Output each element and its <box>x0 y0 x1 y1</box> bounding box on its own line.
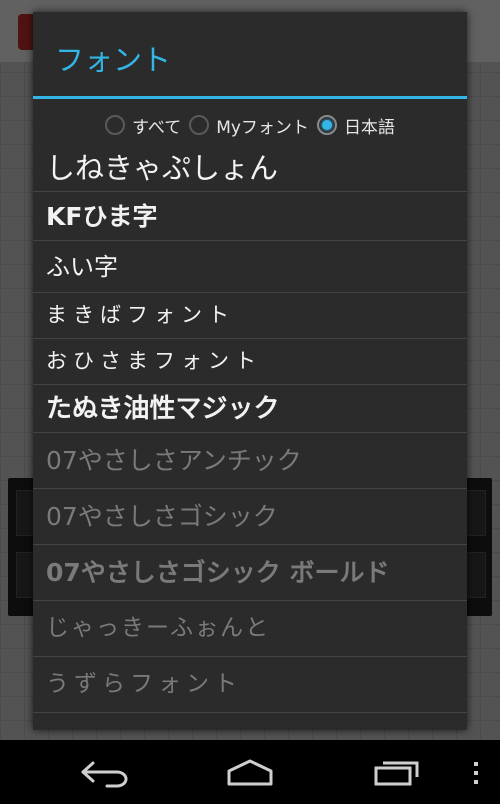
radio-label: Myフォント <box>216 117 309 138</box>
font-item-ohisama[interactable]: おひさまフォント <box>33 339 467 385</box>
font-item-label: ふい字 <box>46 252 118 281</box>
dialog-title: フォント <box>55 43 172 77</box>
home-icon <box>227 759 273 786</box>
font-item-yasashisa-gothic[interactable]: 07やさしさゴシック <box>33 489 467 545</box>
font-item-label: うずらフォント <box>46 671 242 697</box>
font-item-label: たぬき油性マジック <box>46 393 280 424</box>
radio-button-selected-icon <box>316 115 337 135</box>
font-item-label: じゃっきーふぉんと <box>46 615 271 641</box>
radio-all[interactable]: すべて <box>105 113 181 138</box>
radio-button-icon <box>105 115 126 135</box>
recent-apps-icon <box>374 761 419 786</box>
back-icon <box>81 761 128 788</box>
font-filter-radio-group: すべて Myフォント 日本語 <box>33 106 467 144</box>
recent-apps-button[interactable] <box>362 740 432 804</box>
font-item-makiba[interactable]: まきばフォント <box>33 293 467 339</box>
overflow-menu-icon <box>474 762 478 784</box>
overflow-menu-button[interactable] <box>462 740 490 804</box>
screen: フォント すべて Myフォント 日本語 しねきゃぷしょん KFひま字 ふい字 ま… <box>0 0 500 804</box>
radio-button-icon <box>189 115 210 135</box>
font-item-label: まきばフォント <box>46 303 235 327</box>
home-button[interactable] <box>215 740 285 804</box>
font-item-kf-himaji[interactable]: KFひま字 <box>33 192 467 241</box>
radio-label: 日本語 <box>343 117 395 138</box>
font-list: しねきゃぷしょん KFひま字 ふい字 まきばフォント おひさまフォント たぬき油… <box>33 146 467 713</box>
font-item-label: 07やさしさゴシック ボールド <box>46 558 390 587</box>
font-dialog: フォント すべて Myフォント 日本語 しねきゃぷしょん KFひま字 ふい字 ま… <box>33 12 467 730</box>
font-item-label: 07やさしさゴシック <box>46 502 278 531</box>
font-item-uzura[interactable]: うずらフォント <box>33 657 467 713</box>
font-item-label: しねきゃぷしょん <box>46 151 279 185</box>
font-item-shinecaption[interactable]: しねきゃぷしょん <box>33 146 467 192</box>
font-item-label: KFひま字 <box>46 201 158 231</box>
radio-japanese[interactable]: 日本語 <box>316 113 395 138</box>
navigation-bar <box>0 740 500 804</box>
font-item-label: 07やさしさアンチック <box>46 446 302 475</box>
title-divider <box>33 96 467 99</box>
font-item-yasashisa-antique[interactable]: 07やさしさアンチック <box>33 433 467 489</box>
radio-label: すべて <box>132 117 182 138</box>
font-item-jackie[interactable]: じゃっきーふぉんと <box>33 601 467 657</box>
font-item-fuiji[interactable]: ふい字 <box>33 241 467 293</box>
back-button[interactable] <box>70 740 140 804</box>
font-item-tanuki-magic[interactable]: たぬき油性マジック <box>33 385 467 433</box>
font-item-yasashisa-gothic-bold[interactable]: 07やさしさゴシック ボールド <box>33 545 467 601</box>
radio-my-fonts[interactable]: Myフォント <box>189 113 309 138</box>
font-item-label: おひさまフォント <box>46 349 262 373</box>
